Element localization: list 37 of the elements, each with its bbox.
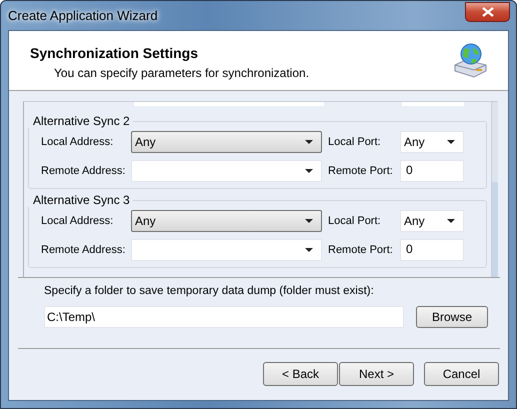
wizard-button[interactable]: Next > bbox=[339, 362, 414, 386]
remote-port-field[interactable]: 0 bbox=[400, 160, 464, 182]
field-label: Remote Port: bbox=[327, 165, 394, 177]
remote-port-field[interactable]: 0 bbox=[400, 239, 464, 261]
dropdown-arrow-icon bbox=[305, 248, 313, 252]
wizard-button[interactable]: < Back bbox=[263, 362, 338, 386]
dropdown-arrow-icon bbox=[305, 219, 313, 223]
scrollbar[interactable] bbox=[491, 102, 498, 277]
folder-path-field[interactable]: C:\Temp\ bbox=[44, 306, 404, 328]
local-port-dropdown[interactable]: Any bbox=[400, 131, 464, 153]
remote-address-dropdown[interactable] bbox=[131, 160, 322, 182]
field-label: Remote Address: bbox=[40, 244, 126, 256]
group-title: Alternative Sync 2 bbox=[32, 114, 131, 128]
page-subtitle: You can specify parameters for synchronization. bbox=[53, 66, 310, 80]
globe-drive-icon bbox=[452, 42, 488, 78]
dropdown-arrow-icon bbox=[305, 140, 313, 144]
browse-button[interactable]: Browse bbox=[416, 306, 488, 328]
local-address-dropdown[interactable]: Any bbox=[131, 131, 322, 153]
wizard-button[interactable]: Cancel bbox=[424, 362, 499, 386]
close-button[interactable] bbox=[465, 2, 510, 22]
folder-label: Specify a folder to save temporary data dump (folder must exist): bbox=[44, 285, 375, 297]
remote-address-dropdown[interactable] bbox=[131, 239, 322, 261]
group-title: Alternative Sync 3 bbox=[32, 193, 131, 207]
field-label: Local Port: bbox=[327, 215, 382, 227]
dropdown-arrow-icon bbox=[447, 140, 455, 144]
field-label: Remote Port: bbox=[327, 244, 394, 256]
local-address-dropdown[interactable]: Any bbox=[131, 210, 322, 232]
close-icon bbox=[482, 6, 494, 16]
window-title: Create Application Wizard bbox=[8, 8, 158, 23]
field-label: Local Port: bbox=[327, 136, 382, 148]
field-label: Remote Address: bbox=[40, 165, 126, 177]
field-label: Local Address: bbox=[40, 215, 114, 227]
local-port-dropdown[interactable]: Any bbox=[400, 210, 464, 232]
page-title: Synchronization Settings bbox=[30, 45, 200, 61]
dropdown-arrow-icon bbox=[305, 169, 313, 173]
dropdown-arrow-icon bbox=[447, 219, 455, 223]
field-label: Local Address: bbox=[40, 136, 114, 148]
